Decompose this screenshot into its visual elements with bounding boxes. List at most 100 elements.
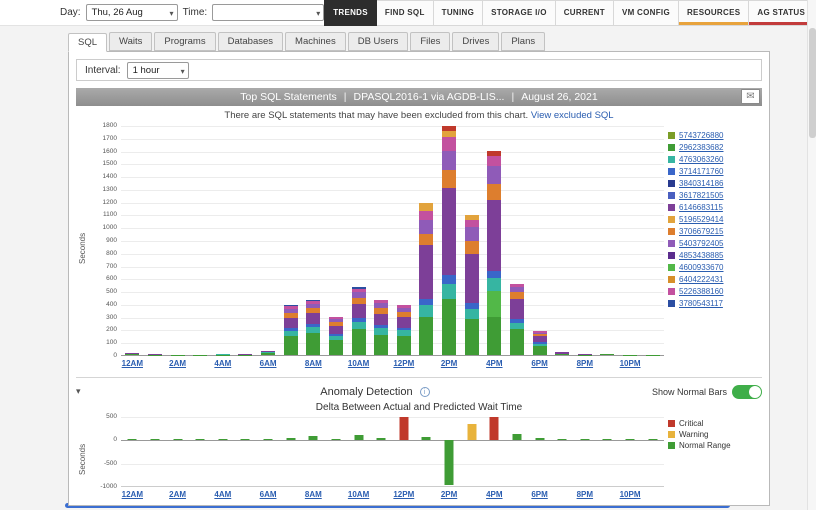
tab-sql[interactable]: SQL [68,33,107,52]
bar-segment[interactable] [442,137,456,150]
anomaly-bar-10pm[interactable] [626,439,635,440]
anomaly-bar-6pm[interactable] [535,438,544,440]
anomaly-bar-12pm[interactable] [399,417,408,440]
sql-bar-1am[interactable] [148,354,162,355]
x-label-12pm[interactable]: 12PM [393,359,414,368]
bar-segment[interactable] [442,188,456,275]
bar-segment[interactable] [555,354,569,355]
x-label-8am[interactable]: 8AM [305,359,322,368]
scrollbar-thumb[interactable] [809,28,816,138]
anomaly-bar-2am[interactable] [173,439,182,440]
bar-segment[interactable] [442,275,456,285]
bar-segment[interactable] [419,317,433,355]
bar-segment[interactable] [487,271,501,279]
x-label-4pm[interactable]: 4PM [486,359,502,368]
sql-bar-12pm[interactable] [397,305,411,355]
x-label-4am[interactable]: 4AM [214,490,231,499]
sql-bar-3am[interactable] [193,355,207,356]
bar-segment[interactable] [329,326,343,334]
anomaly-bar-4pm[interactable] [490,417,499,441]
sql-bar-8pm[interactable] [578,354,592,355]
day-select[interactable]: Thu, 26 Aug ▾ [86,4,178,21]
bar-segment[interactable] [487,156,501,166]
anomaly-bar-11pm[interactable] [648,439,657,440]
bar-segment[interactable] [487,200,501,270]
nav-tab-ag-status[interactable]: AG STATUS [749,0,814,26]
x-label-12am[interactable]: 12AM [122,490,143,499]
tab-plans[interactable]: Plans [501,32,545,51]
sql-bar-4am[interactable] [216,354,230,355]
anomaly-bar-5am[interactable] [241,439,250,440]
anomaly-bar-10am[interactable] [354,435,363,441]
interval-select[interactable]: 1 hour ▾ [127,62,189,79]
bar-segment[interactable] [442,170,456,187]
bar-segment[interactable] [419,211,433,220]
nav-tab-trends[interactable]: TRENDS [324,0,377,26]
bar-segment[interactable] [510,329,524,355]
bar-segment[interactable] [600,354,614,355]
anomaly-bar-9pm[interactable] [603,439,612,440]
sql-hash-link[interactable]: 6404222431 [679,275,724,284]
anomaly-bar-11am[interactable] [377,438,386,441]
sql-bar-1pm[interactable] [419,203,433,355]
bar-segment[interactable] [306,313,320,325]
sql-bar-9am[interactable] [329,317,343,355]
x-label-6am[interactable]: 6AM [260,490,277,499]
nav-tab-resources[interactable]: RESOURCES [679,0,749,26]
anomaly-bar-8pm[interactable] [580,439,589,440]
email-button[interactable]: ✉ [741,89,760,104]
sql-bar-10pm[interactable] [623,355,637,356]
anomaly-bar-1pm[interactable] [422,437,431,440]
sql-bar-2pm[interactable] [442,126,456,355]
sql-bar-6pm[interactable] [533,331,547,355]
sql-bar-2am[interactable] [171,355,185,356]
sql-hash-link[interactable]: 5196529414 [679,215,724,224]
x-label-12pm[interactable]: 12PM [393,490,414,499]
bar-segment[interactable] [442,284,456,299]
view-excluded-link[interactable]: View excluded SQL [531,110,614,121]
sql-bar-12am[interactable] [125,353,139,355]
tab-programs[interactable]: Programs [154,32,215,51]
x-label-6pm[interactable]: 6PM [531,490,547,499]
bar-segment[interactable] [465,309,479,319]
nav-tab-storage-i-o[interactable]: STORAGE I/O [483,0,556,26]
tab-databases[interactable]: Databases [218,32,283,51]
bar-segment[interactable] [125,354,139,355]
anomaly-bar-9am[interactable] [331,439,340,441]
sql-hash-link[interactable]: 4600933670 [679,263,724,272]
bar-segment[interactable] [374,335,388,355]
bar-segment[interactable] [465,254,479,303]
sql-hash-link[interactable]: 3714171760 [679,167,724,176]
bar-segment[interactable] [442,151,456,171]
sql-hash-link[interactable]: 3706679215 [679,227,724,236]
sql-hash-link[interactable]: 5743726880 [679,131,724,140]
bar-segment[interactable] [465,319,479,355]
sql-hash-link[interactable]: 3780543117 [679,299,723,308]
x-label-8pm[interactable]: 8PM [577,490,593,499]
x-label-6am[interactable]: 6AM [260,359,277,368]
anomaly-bar-5pm[interactable] [512,434,521,440]
bar-segment[interactable] [397,336,411,355]
bar-segment[interactable] [419,234,433,246]
sql-bar-11am[interactable] [374,300,388,355]
tab-files[interactable]: Files [410,32,450,51]
x-label-2am[interactable]: 2AM [169,359,186,368]
show-normal-bars-toggle[interactable] [732,385,762,399]
bar-segment[interactable] [374,314,388,326]
anomaly-bar-6am[interactable] [264,439,273,440]
bar-segment[interactable] [261,353,275,355]
anomaly-bar-7pm[interactable] [558,439,567,440]
sql-hash-link[interactable]: 5226388160 [679,287,724,296]
x-label-6pm[interactable]: 6PM [531,359,547,368]
sql-bar-4pm[interactable] [487,151,501,355]
nav-tab-current[interactable]: CURRENT [556,0,614,26]
bar-segment[interactable] [419,305,433,317]
bar-segment[interactable] [465,220,479,228]
x-label-2pm[interactable]: 2PM [441,490,457,499]
nav-tab-find-sql[interactable]: FIND SQL [377,0,434,26]
vertical-scrollbar[interactable] [807,0,816,510]
sql-bar-5pm[interactable] [510,284,524,356]
x-label-4pm[interactable]: 4PM [486,490,502,499]
anomaly-bar-4am[interactable] [218,439,227,440]
bar-segment[interactable] [487,317,501,355]
